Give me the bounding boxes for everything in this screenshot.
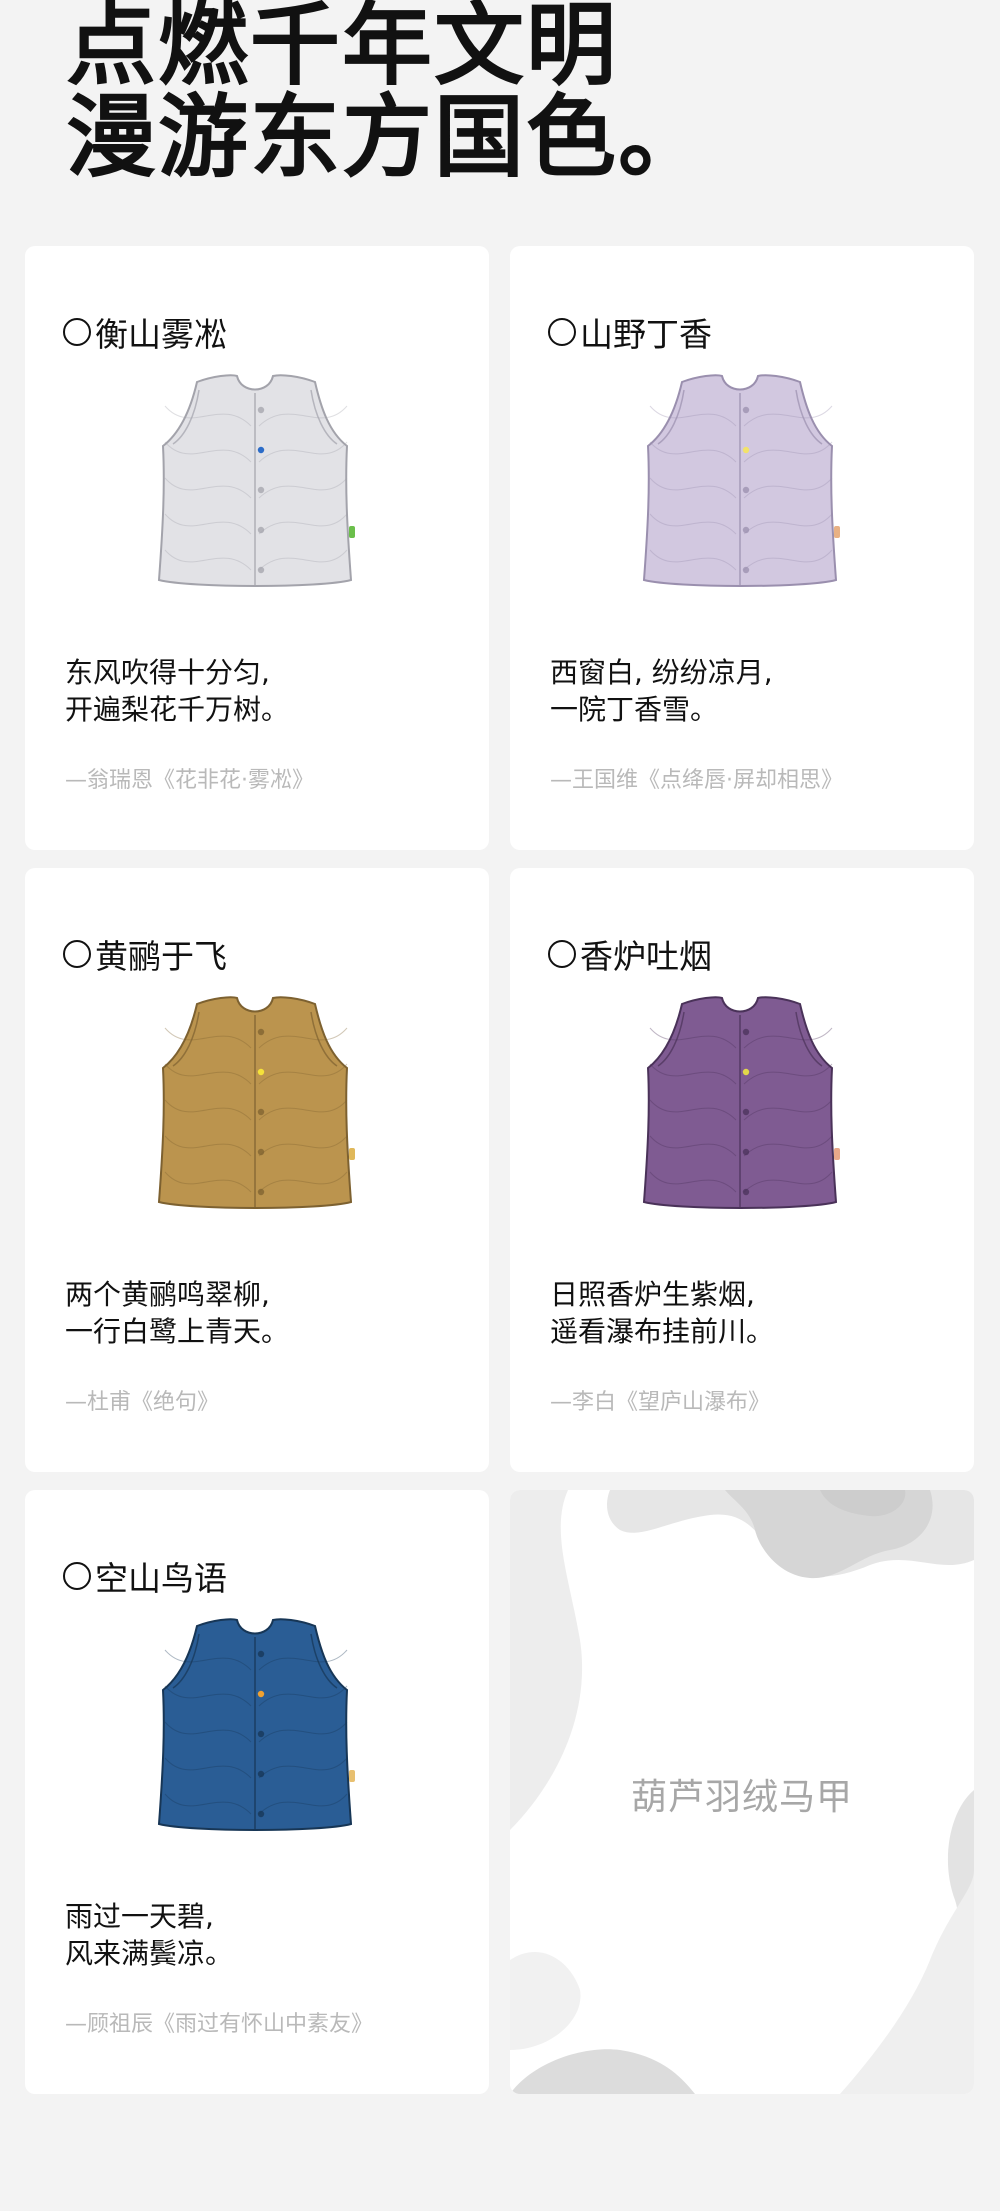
vest-button xyxy=(257,1028,265,1036)
product-card-birdsong[interactable]: 空山鸟语 雨过一天碧, 风来满鬓凉。 —顾祖辰《雨过有怀山中素友》 xyxy=(25,1490,489,2094)
vest-button xyxy=(742,1108,750,1116)
vest-button xyxy=(257,1810,265,1818)
vest-tag xyxy=(349,526,355,538)
vest-tag xyxy=(834,526,840,538)
card-title: 山野丁香 xyxy=(548,308,712,356)
vest-button xyxy=(257,1068,265,1076)
circle-icon xyxy=(63,1562,91,1590)
poem-line-2: 风来满鬓凉。 xyxy=(65,1937,234,1970)
vest-button xyxy=(257,1108,265,1116)
poem-source: —顾祖辰《雨过有怀山中素友》 xyxy=(65,2012,374,2037)
poem: 西窗白, 纷纷凉月, 一院丁香雪。 xyxy=(550,654,773,728)
circle-icon xyxy=(548,940,576,968)
poem: 日照香炉生紫烟, 遥看瀑布挂前川。 xyxy=(550,1276,774,1350)
card-title: 黄鹂于飞 xyxy=(63,930,227,978)
vest-image xyxy=(157,1618,355,1831)
poem-line-1: 东风吹得十分匀, xyxy=(65,656,270,689)
vest-image xyxy=(157,374,355,587)
card-title-text: 空山鸟语 xyxy=(95,1559,227,1598)
poem: 两个黄鹂鸣翠柳, 一行白鹭上青天。 xyxy=(65,1276,289,1350)
vest-button xyxy=(742,526,750,534)
poem-source: —王国维《点绛唇·屏却相思》 xyxy=(550,768,843,793)
circle-icon xyxy=(548,318,576,346)
card-title-text: 衡山雾凇 xyxy=(95,315,227,354)
vest-button xyxy=(257,1148,265,1156)
vest-button xyxy=(742,486,750,494)
poem-line-2: 一院丁香雪。 xyxy=(550,693,719,726)
vest-button xyxy=(257,1188,265,1196)
product-card-incense[interactable]: 香炉吐烟 日照香炉生紫烟, 遥看瀑布挂前川。 —李白《望庐山瀑布》 xyxy=(510,868,974,1472)
page-headline: 点燃千年文明 漫游东方国色。 xyxy=(66,0,710,184)
card-title: 空山鸟语 xyxy=(63,1552,227,1600)
vest-button xyxy=(742,1068,750,1076)
vest-button xyxy=(257,1730,265,1738)
vest-button xyxy=(742,1028,750,1036)
headline-line-2: 漫游东方国色。 xyxy=(66,85,710,190)
poem: 雨过一天碧, 风来满鬓凉。 xyxy=(65,1898,233,1972)
card-title: 香炉吐烟 xyxy=(548,930,712,978)
poem-source: —李白《望庐山瀑布》 xyxy=(550,1390,771,1415)
vest-image xyxy=(157,996,355,1209)
poem-line-1: 雨过一天碧, xyxy=(65,1900,214,1933)
vest-button xyxy=(742,446,750,454)
vest-tag xyxy=(349,1770,355,1782)
vest-button xyxy=(257,1770,265,1778)
circle-icon xyxy=(63,940,91,968)
poem-line-1: 西窗白, 纷纷凉月, xyxy=(550,656,773,689)
product-card-hengshan[interactable]: 衡山雾凇 东风吹得十分匀, 开遍梨花千万树。 —翁瑞恩《花非花·雾凇》 xyxy=(25,246,489,850)
card-title: 衡山雾凇 xyxy=(63,308,227,356)
poem-line-1: 日照香炉生紫烟, xyxy=(550,1278,755,1311)
promo-card[interactable]: 葫芦羽绒马甲 xyxy=(510,1490,974,2094)
vest-image xyxy=(642,374,840,587)
poem-source: —翁瑞恩《花非花·雾凇》 xyxy=(65,768,314,793)
vest-button xyxy=(257,566,265,574)
vest-button xyxy=(257,406,265,414)
vest-button xyxy=(257,1650,265,1658)
card-title-text: 香炉吐烟 xyxy=(580,937,712,976)
poem-line-1: 两个黄鹂鸣翠柳, xyxy=(65,1278,270,1311)
vest-button xyxy=(742,406,750,414)
card-title-text: 山野丁香 xyxy=(580,315,712,354)
vest-tag xyxy=(834,1148,840,1160)
circle-icon xyxy=(63,318,91,346)
poem-line-2: 遥看瀑布挂前川。 xyxy=(550,1315,775,1348)
poem-source: —杜甫《绝句》 xyxy=(65,1390,220,1415)
product-card-oriole[interactable]: 黄鹂于飞 两个黄鹂鸣翠柳, 一行白鹭上青天。 —杜甫《绝句》 xyxy=(25,868,489,1472)
vest-button xyxy=(257,526,265,534)
vest-button xyxy=(257,1690,265,1698)
headline-line-1: 点燃千年文明 xyxy=(66,0,618,98)
vest-button xyxy=(742,1148,750,1156)
card-title-text: 黄鹂于飞 xyxy=(95,937,227,976)
poem-line-2: 开遍梨花千万树。 xyxy=(65,693,290,726)
poem-line-2: 一行白鹭上青天。 xyxy=(65,1315,290,1348)
promo-label: 葫芦羽绒马甲 xyxy=(630,1777,853,1818)
vest-button xyxy=(742,566,750,574)
vest-tag xyxy=(349,1148,355,1160)
product-card-lilac[interactable]: 山野丁香 西窗白, 纷纷凉月, 一院丁香雪。 —王国维《点绛唇·屏却相思》 xyxy=(510,246,974,850)
vest-button xyxy=(257,486,265,494)
vest-button xyxy=(742,1188,750,1196)
vest-image xyxy=(642,996,840,1209)
vest-button xyxy=(257,446,265,454)
poem: 东风吹得十分匀, 开遍梨花千万树。 xyxy=(65,654,289,728)
